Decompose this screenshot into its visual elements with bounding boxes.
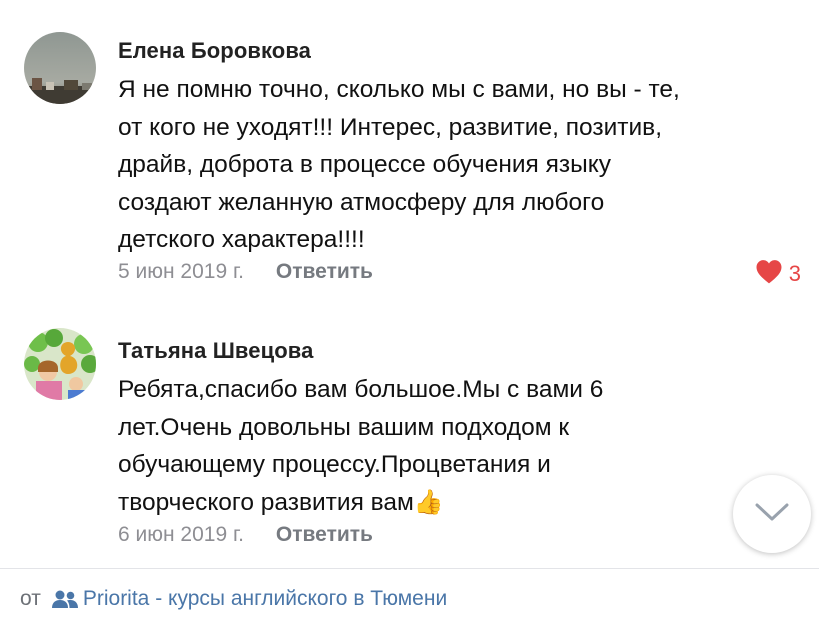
comment-text-line: создают желанную атмосферу для любого [118, 188, 605, 216]
avatar[interactable] [24, 32, 96, 104]
comment-text-line: творческого развития вам👍 [118, 484, 798, 522]
comment-author[interactable]: Татьяна Швецова [118, 338, 313, 364]
source-prefix: от [20, 587, 41, 610]
post-source-footer: от Priorita - курсы английского в Тюмени [0, 568, 819, 628]
comment-text-line: Я не помню точно, сколько мы с вами, но … [118, 76, 680, 103]
comment-date: 5 июн 2019 г. [118, 260, 244, 283]
comment-item: Татьяна Швецова Ребята,спасибо вам больш… [0, 318, 819, 563]
avatar[interactable] [24, 328, 96, 400]
comment-meta: 6 июн 2019 г. Ответить [118, 520, 373, 550]
reply-button[interactable]: Ответить [276, 260, 373, 284]
comment-text-line: драйв, доброта в процессе обучения языку [118, 151, 611, 178]
comment-author[interactable]: Елена Боровкова [118, 38, 311, 64]
source-group-link[interactable]: Priorita - курсы английского в Тюмени [83, 587, 447, 611]
like-count: 3 [788, 261, 801, 286]
comment-meta: 5 июн 2019 г. Ответить [118, 257, 373, 287]
comment-text-line: лет.Очень довольны вашим подходом к [118, 413, 570, 441]
comment-text-line: детского характера!!!! [118, 226, 365, 253]
heart-icon [755, 259, 783, 289]
comment-text-line: Ребята,спасибо вам большое.Мы с вами 6 [118, 376, 604, 403]
reply-button[interactable]: Ответить [276, 523, 373, 547]
group-icon [51, 589, 79, 609]
chevron-down-icon [754, 502, 790, 527]
like-button[interactable]: 3 [755, 259, 801, 289]
thumbs-up-emoji: 👍 [413, 488, 444, 516]
comment-text: Я не помню точно, сколько мы с вами, но … [118, 71, 798, 259]
comment-text-segment: творческого развития вам [118, 488, 414, 516]
comment-text-line: от кого не уходят!!! Интерес, развитие, … [118, 113, 663, 141]
comment-item: Елена Боровкова Я не помню точно, скольк… [0, 0, 819, 300]
comment-text: Ребята,спасибо вам большое.Мы с вами 6 л… [118, 371, 798, 521]
comment-text-line: обучающему процессу.Процветания и [118, 451, 551, 478]
scroll-down-button[interactable] [733, 475, 811, 553]
comment-date: 6 июн 2019 г. [118, 523, 244, 546]
